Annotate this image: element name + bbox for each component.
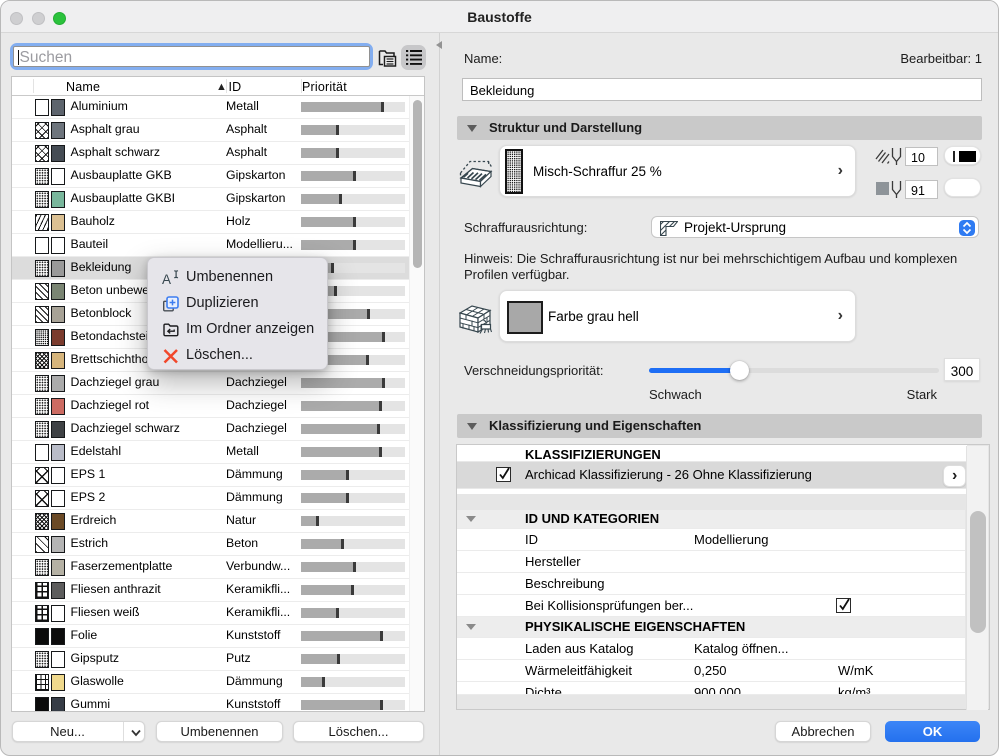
svg-text:A: A [162,272,171,287]
